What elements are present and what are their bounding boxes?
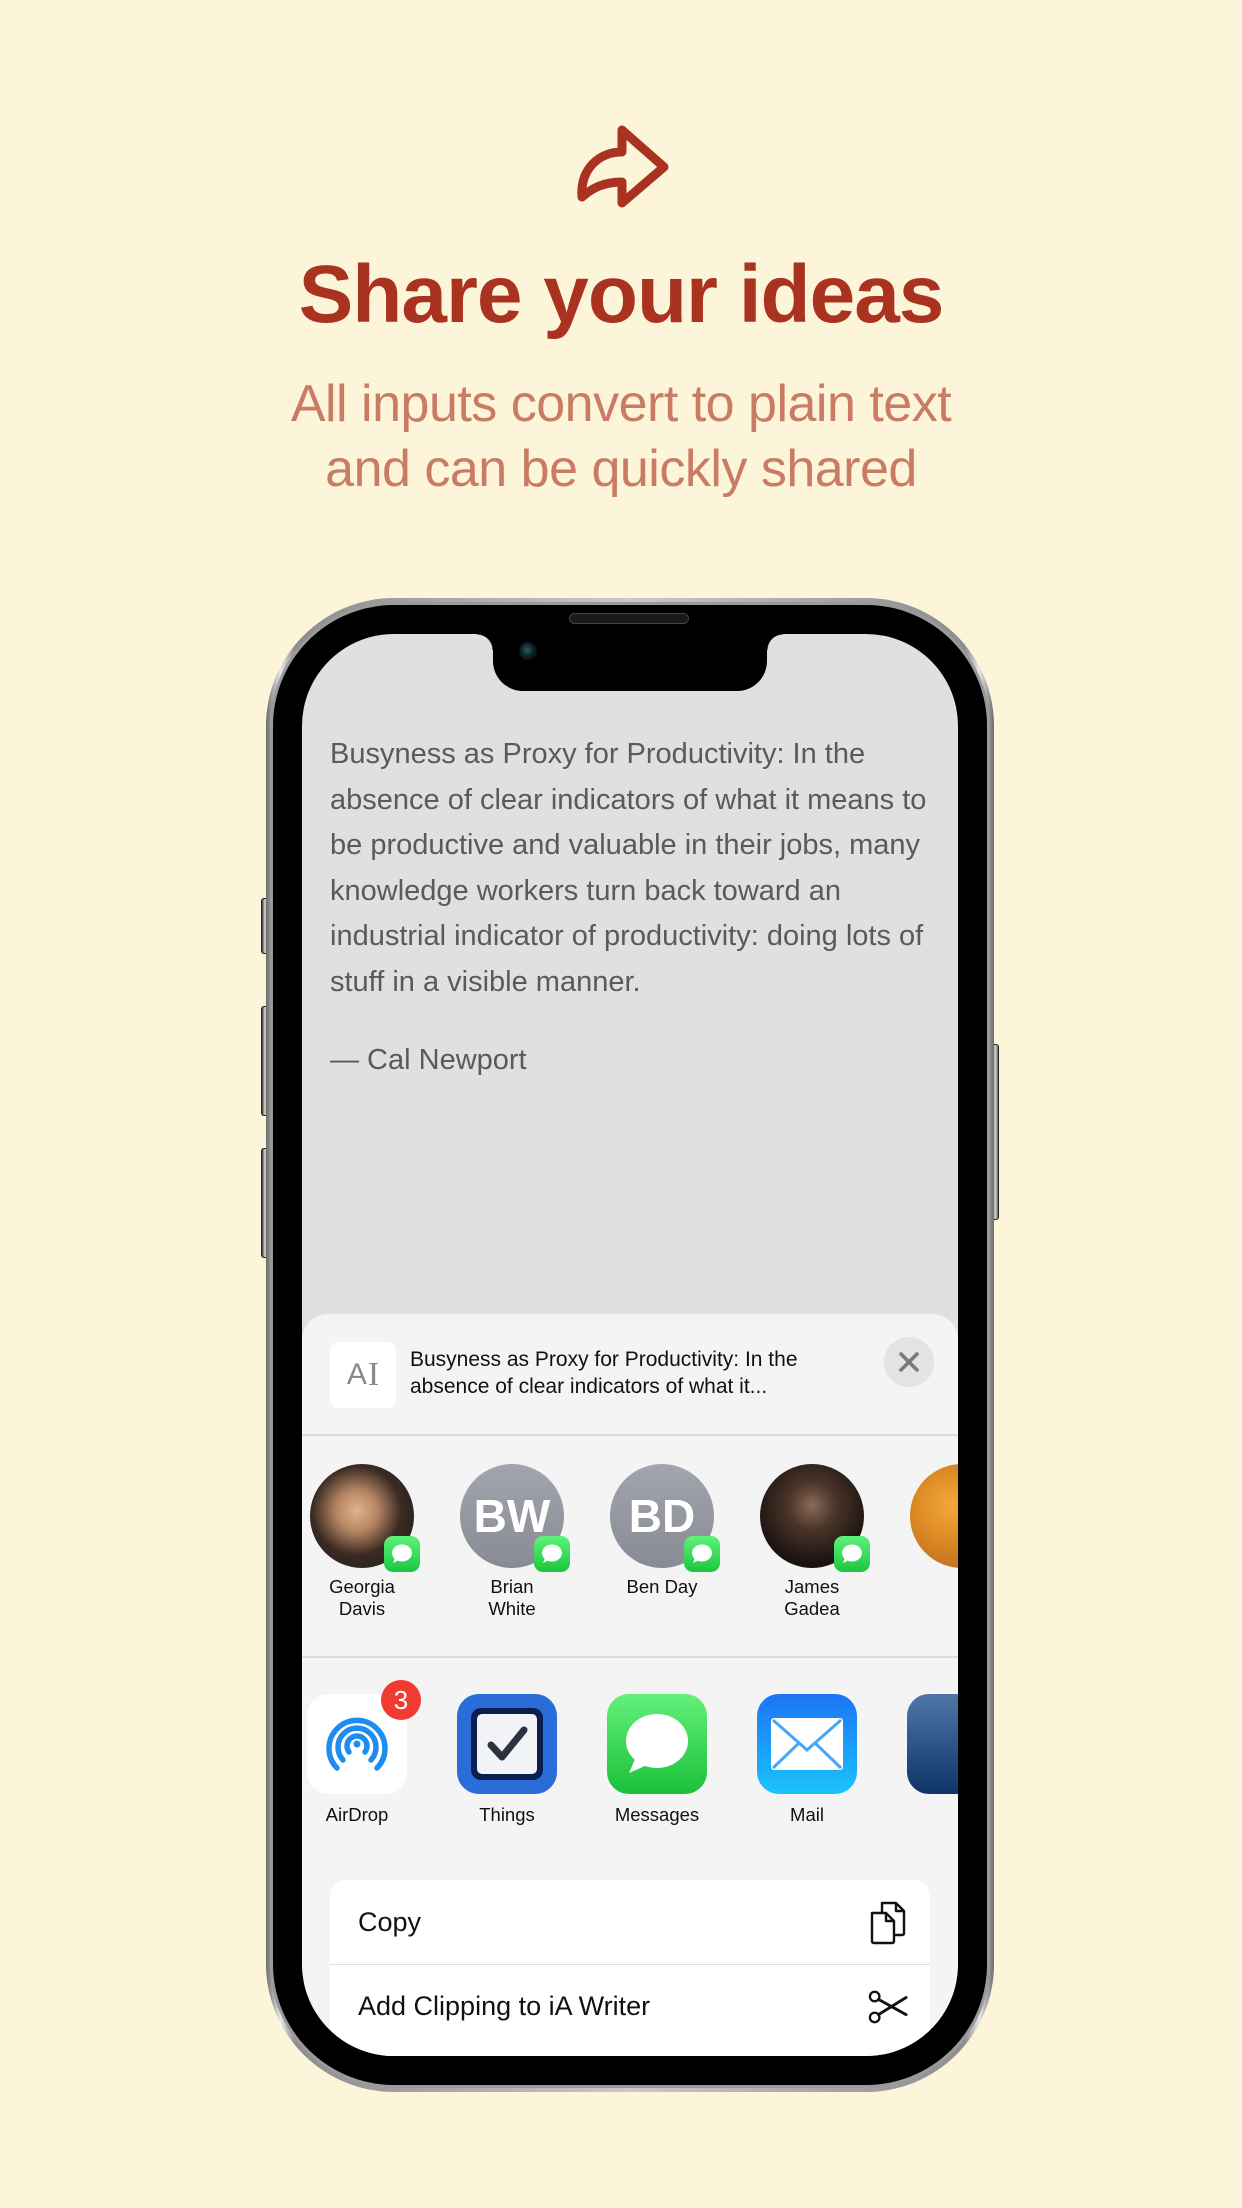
divider	[302, 1434, 958, 1436]
person-name: Brian White	[442, 1576, 582, 1620]
person-name-line: Davis	[338, 1598, 386, 1619]
page-title: Share your ideas	[298, 249, 945, 340]
messages-badge-icon	[684, 1536, 720, 1572]
person-name-line: Brian	[490, 1576, 534, 1597]
avatar-initials: BW	[473, 1490, 551, 1542]
app-things[interactable]: Things	[437, 1694, 577, 1826]
people-suggestions-row[interactable]: Georgia Davis BW Brian White BD Ben Day …	[302, 1464, 958, 1654]
avatar: BW	[460, 1464, 570, 1572]
share-preview-text: Busyness as Proxy for Productivity: In t…	[410, 1346, 850, 1400]
page-subtitle: All inputs convert to plain text and can…	[0, 372, 1242, 502]
mail-icon	[757, 1694, 857, 1794]
app-messages[interactable]: Messages	[587, 1694, 727, 1826]
close-button[interactable]	[884, 1337, 934, 1387]
person-suggestion[interactable]: BW Brian White	[442, 1464, 582, 1620]
app-partial[interactable]	[887, 1694, 958, 1794]
preview-line: absence of clear indicators of what it..…	[410, 1375, 768, 1398]
person-suggestion[interactable]: BD Ben Day	[592, 1464, 732, 1598]
earpiece-speaker	[569, 613, 689, 624]
avatar	[910, 1464, 958, 1568]
actions-list: Copy Add Clipping to iA Writer	[330, 1880, 930, 2056]
close-icon	[899, 1352, 919, 1372]
person-name: Georgia Davis	[302, 1576, 432, 1620]
share-arrow-icon	[577, 125, 669, 208]
person-name-line: Georgia	[329, 1576, 395, 1597]
app-label: AirDrop	[325, 1804, 389, 1825]
messages-badge-icon	[384, 1536, 420, 1572]
person-suggestion-partial[interactable]	[892, 1464, 958, 1568]
divider	[302, 1656, 958, 1658]
notch	[477, 634, 783, 691]
copy-icon	[868, 1900, 908, 1945]
avatar-initials: BD	[628, 1490, 696, 1542]
avatar	[760, 1464, 870, 1572]
action-add-clipping[interactable]: Add Clipping to iA Writer	[330, 1964, 930, 2048]
subtitle-line: and can be quickly shared	[325, 440, 917, 498]
avatar: BD	[610, 1464, 720, 1572]
app-label: Messages	[614, 1804, 700, 1825]
app-icon-partial	[907, 1694, 958, 1794]
apps-row[interactable]: 3 AirDrop Things Messages Mail	[302, 1680, 958, 1844]
document-attribution[interactable]: — Cal Newport	[330, 1044, 527, 1077]
text-document-icon: AI	[330, 1342, 396, 1408]
document-body[interactable]: Busyness as Proxy for Productivity: In t…	[330, 732, 940, 1005]
person-suggestion[interactable]: James Gadea	[742, 1464, 882, 1620]
avatar	[310, 1464, 420, 1572]
preview-line: Busyness as Proxy for Productivity: In t…	[410, 1348, 798, 1371]
messages-badge-icon	[534, 1536, 570, 1572]
subtitle-line: All inputs convert to plain text	[290, 375, 952, 433]
app-label: Mail	[790, 1804, 824, 1825]
app-label: Things	[479, 1804, 535, 1825]
action-copy[interactable]: Copy	[330, 1880, 930, 1964]
phone-screen: Busyness as Proxy for Productivity: In t…	[302, 634, 958, 2056]
person-name: Ben Day	[592, 1576, 732, 1598]
front-camera	[519, 642, 537, 660]
app-airdrop[interactable]: 3 AirDrop	[302, 1680, 427, 1826]
person-name-line: Gadea	[784, 1598, 840, 1619]
scissors-icon	[868, 1985, 908, 2029]
airdrop-icon: 3	[307, 1680, 421, 1794]
thumbnail-letter: A	[346, 1358, 367, 1391]
share-preview-header: AI Busyness as Proxy for Productivity: I…	[302, 1314, 958, 1434]
person-name-line: White	[488, 1598, 536, 1619]
things-icon	[457, 1694, 557, 1794]
share-sheet: AI Busyness as Proxy for Productivity: I…	[302, 1314, 958, 2056]
person-suggestion[interactable]: Georgia Davis	[302, 1464, 432, 1620]
person-name-line: James	[784, 1576, 840, 1597]
text-cursor-icon: I	[367, 1356, 380, 1393]
notification-badge: 3	[381, 1680, 421, 1720]
app-mail[interactable]: Mail	[737, 1694, 877, 1826]
action-label: Add Clipping to iA Writer	[358, 1991, 651, 2021]
person-name-line: Ben Day	[626, 1576, 698, 1597]
messages-badge-icon	[834, 1536, 870, 1572]
action-label: Copy	[358, 1906, 422, 1937]
messages-icon	[607, 1694, 707, 1794]
person-name: James Gadea	[742, 1576, 882, 1620]
